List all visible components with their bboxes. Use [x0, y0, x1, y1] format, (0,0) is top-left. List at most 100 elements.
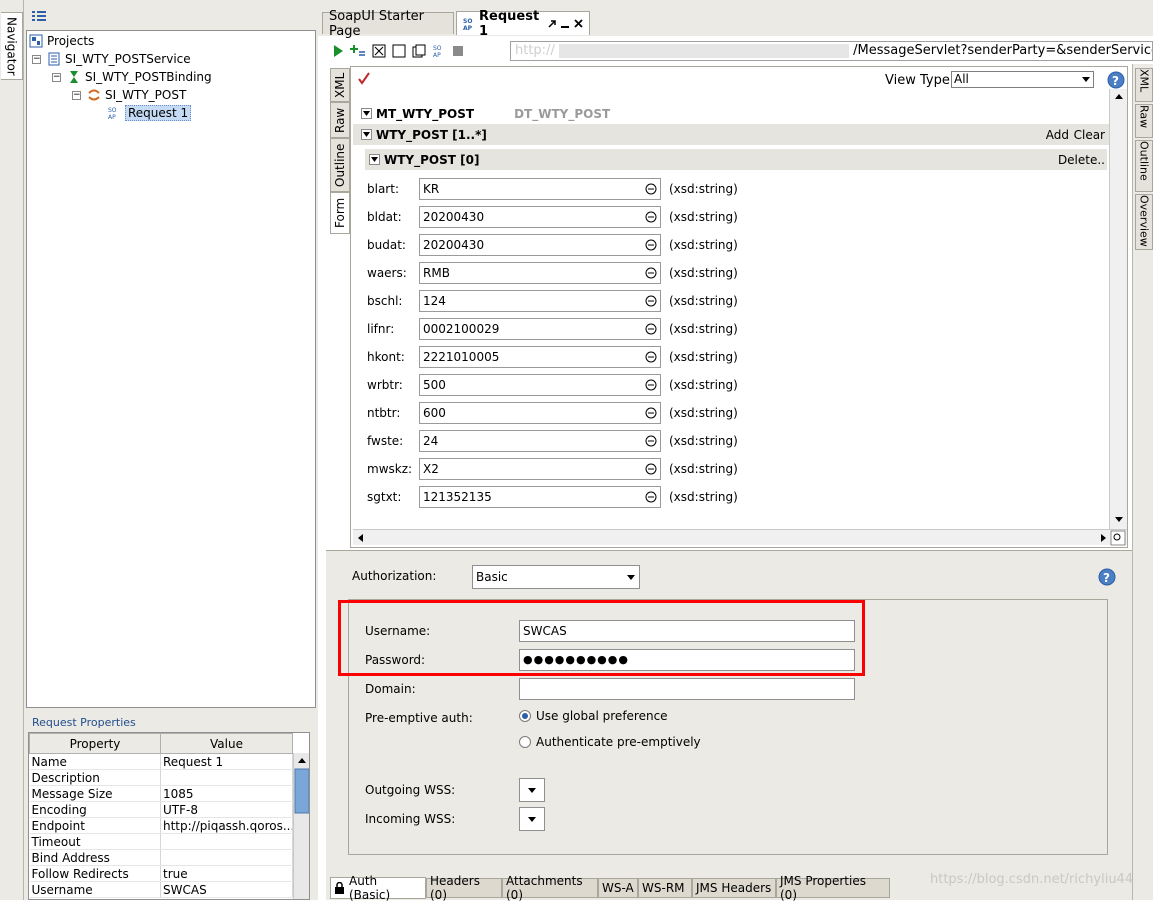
field-input[interactable]: 20200430 [419, 234, 661, 256]
right-vtab-overview[interactable]: Overview [1135, 194, 1153, 250]
list-icon[interactable] [32, 10, 46, 22]
authorization-select[interactable]: Basic [472, 565, 640, 589]
property-value[interactable]: Request 1 [160, 753, 293, 770]
property-row[interactable]: Description [29, 769, 293, 786]
field-options-icon[interactable] [645, 323, 657, 335]
field-options-icon[interactable] [645, 491, 657, 503]
tree-node-binding[interactable]: SI_WTY_POSTBinding [67, 68, 212, 86]
property-value[interactable]: SWCAS [160, 881, 293, 898]
property-value[interactable] [160, 849, 293, 866]
right-vtab-raw[interactable]: Raw [1135, 104, 1153, 138]
tab-headers[interactable]: Headers (0) [426, 874, 502, 902]
clone-request-icon[interactable] [412, 44, 426, 58]
property-value[interactable]: true [160, 865, 293, 882]
recreate-request-icon[interactable] [392, 44, 406, 58]
run-icon[interactable] [332, 44, 344, 58]
property-column-header[interactable]: Property [29, 733, 161, 754]
field-options-icon[interactable] [645, 239, 657, 251]
collapse-icon[interactable] [361, 129, 372, 140]
create-empty-request-icon[interactable] [372, 44, 386, 58]
property-row[interactable]: Follow Redirects true [29, 865, 293, 882]
tree-node-request[interactable]: SO AP Request 1 [107, 104, 192, 122]
collapse-icon[interactable] [361, 108, 372, 119]
tab-ws-rm[interactable]: WS-RM [638, 878, 692, 898]
property-value[interactable]: http://piqassh.qoros... [160, 817, 293, 834]
endpoint-field[interactable]: http:// /MessageServlet?senderParty=&sen… [510, 41, 1153, 61]
field-input[interactable]: 124 [419, 290, 661, 312]
field-options-icon[interactable] [645, 183, 657, 195]
close-icon[interactable] [574, 19, 583, 28]
field-options-icon[interactable] [645, 463, 657, 475]
property-value[interactable]: 1085 [160, 785, 293, 802]
property-value[interactable]: UTF-8 [160, 801, 293, 818]
property-row[interactable]: Username SWCAS [29, 881, 293, 898]
field-options-icon[interactable] [645, 211, 657, 223]
validate-checkmark-icon[interactable] [357, 71, 371, 85]
vtab-xml[interactable]: XML [330, 68, 350, 102]
collapse-service-icon[interactable]: − [32, 55, 41, 64]
list-element-row[interactable]: WTY_POST [1..*] Add Clear [353, 124, 1109, 145]
tab-request-1[interactable]: SO AP Request 1 [456, 9, 590, 39]
property-row[interactable]: Bind Address [29, 849, 293, 866]
collapse-icon[interactable] [369, 154, 380, 165]
tab-ws-a[interactable]: WS-A [598, 878, 638, 898]
form-vertical-scrollbar[interactable] [1109, 89, 1127, 529]
property-row[interactable]: Timeout [29, 833, 293, 850]
clear-link[interactable]: Clear [1074, 128, 1105, 142]
field-input[interactable]: RMB [419, 262, 661, 284]
property-row[interactable]: Encoding UTF-8 [29, 801, 293, 818]
tree-node-projects[interactable]: Projects [29, 32, 94, 50]
item-element-row[interactable]: WTY_POST [0] Delete.. [365, 149, 1107, 170]
property-value[interactable] [160, 769, 293, 786]
tab-jms-headers[interactable]: JMS Headers [692, 878, 776, 898]
field-options-icon[interactable] [645, 379, 657, 391]
tree-node-service[interactable]: SI_WTY_POSTService [47, 50, 191, 68]
collapse-binding-icon[interactable]: − [52, 73, 61, 82]
form-horizontal-scrollbar[interactable] [353, 529, 1127, 546]
field-input[interactable]: 24 [419, 430, 661, 452]
field-input[interactable]: 500 [419, 374, 661, 396]
incoming-wss-dropdown[interactable] [519, 807, 545, 831]
tab-jms-properties[interactable]: JMS Properties (0) [776, 874, 890, 902]
field-input[interactable]: 121352135 [419, 486, 661, 508]
field-options-icon[interactable] [645, 295, 657, 307]
field-options-icon[interactable] [645, 407, 657, 419]
field-input[interactable]: 0002100029 [419, 318, 661, 340]
navigator-tab[interactable]: Navigator [1, 12, 23, 80]
tab-attachments[interactable]: Attachments (0) [502, 874, 598, 902]
add-assertion-icon[interactable] [350, 44, 366, 58]
view-type-select[interactable]: All [951, 71, 1094, 88]
property-row[interactable]: Message Size 1085 [29, 785, 293, 802]
field-options-icon[interactable] [645, 435, 657, 447]
radio-authenticate-preemptively[interactable]: Authenticate pre-emptively [519, 735, 701, 749]
vtab-form[interactable]: Form [330, 192, 350, 234]
collapse-operation-icon[interactable]: − [72, 91, 81, 100]
field-options-icon[interactable] [645, 351, 657, 363]
stop-icon[interactable] [452, 45, 464, 57]
field-input[interactable]: 600 [419, 402, 661, 424]
help-icon[interactable]: ? [1098, 568, 1116, 586]
soap-icon[interactable]: SO AP [432, 44, 446, 58]
property-value[interactable] [160, 833, 293, 850]
root-element-row[interactable]: MT_WTY_POST DT_WTY_POST [353, 103, 1109, 124]
field-input[interactable]: X2 [419, 458, 661, 480]
tree-node-operation[interactable]: SI_WTY_POST [87, 86, 186, 104]
property-row[interactable]: Name Request 1 [29, 753, 293, 770]
tab-starter-page[interactable]: SoapUI Starter Page [322, 9, 454, 39]
property-row[interactable]: Endpoint http://piqassh.qoros... [29, 817, 293, 834]
field-options-icon[interactable] [645, 267, 657, 279]
right-vtab-xml[interactable]: XML [1135, 68, 1153, 102]
minimize-icon[interactable] [561, 19, 569, 29]
right-vtab-outline[interactable]: Outline [1135, 140, 1153, 192]
help-icon[interactable]: ? [1107, 71, 1125, 89]
properties-table[interactable]: Property Value Name Request 1 Description M… [28, 732, 310, 900]
value-column-header[interactable]: Value [160, 733, 293, 754]
outgoing-wss-dropdown[interactable] [519, 778, 545, 802]
field-input[interactable]: KR [419, 178, 661, 200]
delete-link[interactable]: Delete.. [1058, 153, 1105, 167]
vtab-raw[interactable]: Raw [330, 102, 350, 138]
detach-icon[interactable] [548, 19, 556, 29]
field-input[interactable]: 2221010005 [419, 346, 661, 368]
radio-use-global-preference[interactable]: Use global preference [519, 709, 668, 723]
domain-field[interactable] [519, 678, 855, 700]
